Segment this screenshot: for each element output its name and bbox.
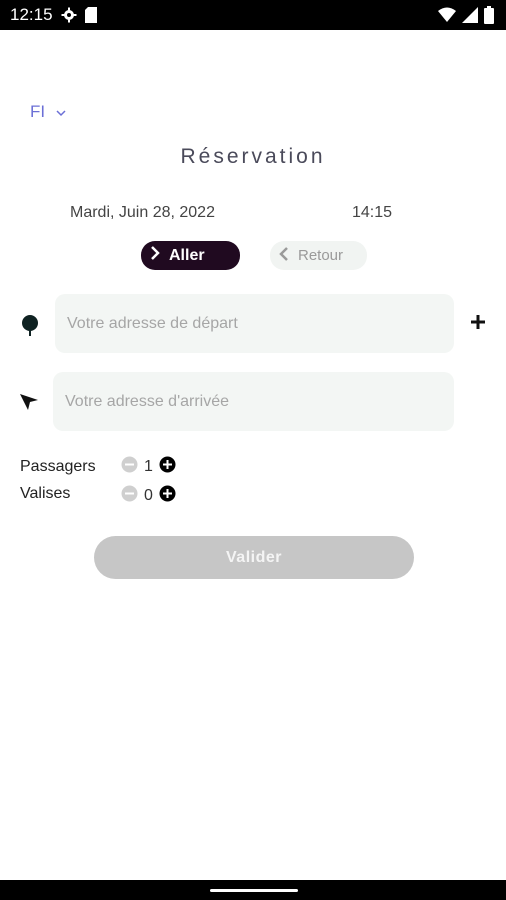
battery-icon <box>484 6 494 29</box>
decrement-passengers-button[interactable] <box>121 456 138 478</box>
navigation-arrow-icon <box>19 391 39 416</box>
chevron-down-icon <box>55 102 67 122</box>
arrival-placeholder: Votre adresse d'arrivée <box>65 392 230 410</box>
departure-placeholder: Votre adresse de départ <box>67 314 238 332</box>
decrement-luggage-button[interactable] <box>121 485 138 507</box>
date-picker[interactable]: Mardi, Juin 28, 2022 <box>70 204 215 222</box>
passengers-stepper: 1 <box>121 456 176 478</box>
status-time: 12:15 <box>10 5 53 24</box>
arrival-address-input[interactable]: Votre adresse d'arrivée <box>53 372 454 431</box>
settings-icon <box>61 7 77 23</box>
passengers-label: Passagers <box>20 458 96 475</box>
departure-address-input[interactable]: Votre adresse de départ <box>55 294 454 353</box>
language-value: FI <box>30 102 46 121</box>
luggage-label: Valises <box>20 485 71 502</box>
time-picker[interactable]: 14:15 <box>352 204 392 222</box>
home-gesture-handle[interactable] <box>210 889 298 892</box>
aller-button[interactable]: Aller <box>141 241 240 270</box>
status-bar: 12:15 <box>0 0 506 30</box>
system-navigation-bar <box>0 880 506 900</box>
chevron-left-icon <box>278 246 290 265</box>
map-pin-icon <box>20 314 40 343</box>
wifi-icon <box>438 7 456 28</box>
retour-button[interactable]: Retour <box>270 241 367 270</box>
language-selector[interactable]: FI <box>30 102 67 122</box>
increment-passengers-button[interactable] <box>159 456 176 478</box>
aller-label: Aller <box>169 246 205 264</box>
luggage-value: 0 <box>144 487 153 504</box>
valider-button[interactable]: Valider <box>94 536 414 579</box>
passengers-value: 1 <box>144 458 153 475</box>
page-title: Réservation <box>180 145 326 168</box>
retour-label: Retour <box>298 247 344 264</box>
chevron-right-icon <box>149 246 161 265</box>
luggage-stepper: 0 <box>121 485 176 507</box>
add-stop-button[interactable] <box>468 312 488 337</box>
signal-icon <box>462 7 478 28</box>
sim-card-icon <box>84 7 97 23</box>
increment-luggage-button[interactable] <box>159 485 176 507</box>
